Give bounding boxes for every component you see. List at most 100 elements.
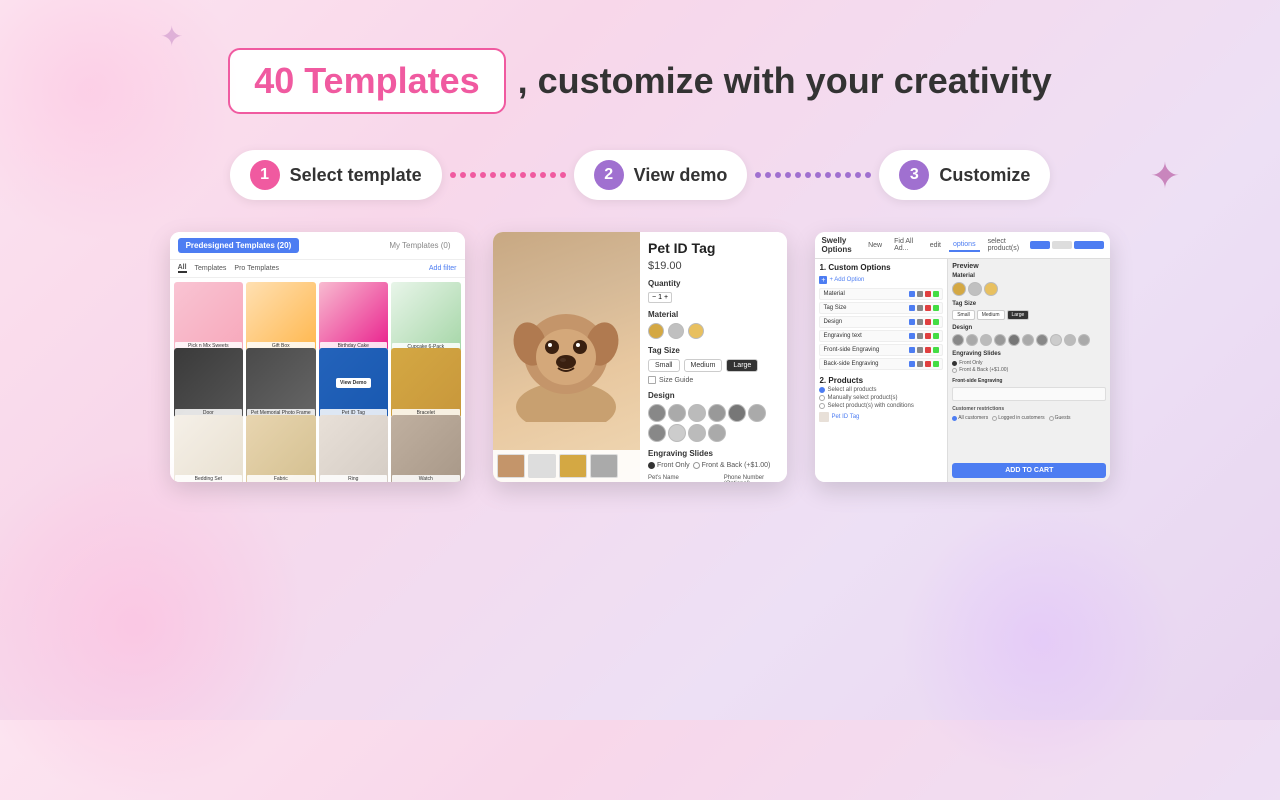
thumb-2[interactable] (528, 454, 556, 478)
selected-products-radio[interactable]: Manually select product(s) (819, 395, 943, 401)
screenshot-2-card[interactable]: Pet ID Tag $19.00 Quantity − 1 + Materia… (493, 232, 788, 482)
filter-pro[interactable]: Pro Templates (234, 265, 279, 272)
size-small[interactable]: Small (648, 359, 680, 372)
preview-size-small[interactable]: Small (952, 310, 975, 320)
design-2[interactable] (668, 404, 686, 422)
ss1-my-tab[interactable]: My Templates (0) (383, 238, 456, 253)
add-option-label[interactable]: + Add Option (829, 277, 864, 283)
delete-icon[interactable] (925, 319, 931, 325)
edit-icon[interactable] (909, 347, 915, 353)
quantity-control[interactable]: − 1 + (648, 292, 672, 303)
copy-icon[interactable] (917, 361, 923, 367)
option-row-design[interactable]: Design (819, 316, 943, 328)
design-1[interactable] (648, 404, 666, 422)
size-medium[interactable]: Medium (684, 359, 723, 372)
add-to-cart-button[interactable]: ADD TO CART (952, 463, 1106, 478)
nav-options[interactable]: options (949, 239, 980, 252)
edit-icon[interactable] (909, 361, 915, 367)
engrave-both-radio[interactable]: Front & Back (+$1.00) (693, 462, 771, 469)
design-5[interactable] (728, 404, 746, 422)
copy-icon[interactable] (917, 319, 923, 325)
d6[interactable] (1022, 334, 1034, 346)
filter-templates[interactable]: Templates (195, 265, 227, 272)
guests-option[interactable]: Guests (1049, 415, 1071, 421)
copy-icon[interactable] (917, 305, 923, 311)
toggle-icon[interactable] (933, 333, 939, 339)
material-circle-3[interactable] (688, 323, 704, 339)
d3[interactable] (980, 334, 992, 346)
toggle-btn-3[interactable] (1074, 241, 1104, 249)
design-7[interactable] (648, 424, 666, 442)
nav-edit[interactable]: edit (926, 240, 945, 251)
toggle-icon[interactable] (933, 319, 939, 325)
template-item-cake[interactable]: Birthday Cake (319, 282, 388, 351)
option-row-back-engraving[interactable]: Back-side Engraving (819, 358, 943, 370)
edit-icon[interactable] (909, 291, 915, 297)
step-1[interactable]: 1 Select template (230, 150, 442, 200)
preview-circle-3[interactable] (984, 282, 998, 296)
option-row-front-engraving[interactable]: Front-side Engraving (819, 344, 943, 356)
material-circle-1[interactable] (648, 323, 664, 339)
filter-all[interactable]: All (178, 264, 187, 273)
template-item-bedding[interactable]: Bedding Set (174, 415, 243, 482)
toggle-icon[interactable] (933, 347, 939, 353)
copy-icon[interactable] (917, 333, 923, 339)
toggle-icon[interactable] (933, 305, 939, 311)
engraving-front-row[interactable]: Front Only (952, 360, 1106, 366)
preview-size-large[interactable]: Large (1007, 310, 1030, 320)
option-row-material[interactable]: Material (819, 288, 943, 300)
template-item-petid[interactable]: View Demo Pet ID Tag (319, 348, 388, 417)
delete-icon[interactable] (925, 291, 931, 297)
template-item-watch[interactable]: Watch (391, 415, 461, 482)
nav-products[interactable]: select product(s) (984, 236, 1027, 254)
size-guide-check[interactable] (648, 376, 656, 384)
logged-in-option[interactable]: Logged in customers (992, 415, 1044, 421)
all-customers-option[interactable]: All customers (952, 415, 988, 421)
step-2[interactable]: 2 View demo (574, 150, 748, 200)
d10[interactable] (1078, 334, 1090, 346)
design-10[interactable] (708, 424, 726, 442)
engrave-front-radio[interactable]: Front Only (648, 462, 690, 469)
engraving-both-row[interactable]: Front & Back (+$1.00) (952, 367, 1106, 373)
toggle-icon[interactable] (933, 361, 939, 367)
size-large[interactable]: Large (726, 359, 758, 372)
ss1-predefined-tab[interactable]: Predesigned Templates (20) (178, 238, 300, 253)
d8[interactable] (1050, 334, 1062, 346)
template-item-ring[interactable]: Ring (319, 415, 388, 482)
d7[interactable] (1036, 334, 1048, 346)
template-item-gift[interactable]: Gift Box (246, 282, 315, 351)
nav-new[interactable]: New (864, 240, 886, 251)
template-item-petphoto[interactable]: Pet Memorial Photo Frame (246, 348, 315, 417)
preview-size-medium[interactable]: Medium (977, 310, 1005, 320)
preview-front-engraving-input[interactable] (952, 387, 1106, 401)
edit-icon[interactable] (909, 305, 915, 311)
d9[interactable] (1064, 334, 1076, 346)
toggle-icon[interactable] (933, 291, 939, 297)
design-8[interactable] (668, 424, 686, 442)
view-demo-overlay-btn[interactable]: View Demo (336, 378, 371, 388)
template-item-fabric[interactable]: Fabric (246, 415, 315, 482)
edit-icon[interactable] (909, 333, 915, 339)
material-circle-2[interactable] (668, 323, 684, 339)
qty-minus[interactable]: − (652, 294, 656, 301)
thumb-3[interactable] (559, 454, 587, 478)
d2[interactable] (966, 334, 978, 346)
qty-plus[interactable]: + (664, 294, 668, 301)
option-row-tagsize[interactable]: Tag Size (819, 302, 943, 314)
all-products-radio[interactable]: Select all products (819, 387, 943, 393)
pets-name-field[interactable]: Pet's Name (648, 475, 704, 482)
step-3[interactable]: 3 Customize (879, 150, 1050, 200)
delete-icon[interactable] (925, 347, 931, 353)
design-9[interactable] (688, 424, 706, 442)
d1[interactable] (952, 334, 964, 346)
preview-circle-2[interactable] (968, 282, 982, 296)
nav-find[interactable]: Fid All Ad... (890, 236, 922, 254)
thumb-1[interactable] (497, 454, 525, 478)
template-item-door[interactable]: Door (174, 348, 243, 417)
design-3[interactable] (688, 404, 706, 422)
preview-circle-1[interactable] (952, 282, 966, 296)
toggle-btn-2[interactable] (1052, 241, 1072, 249)
delete-icon[interactable] (925, 333, 931, 339)
copy-icon[interactable] (917, 291, 923, 297)
template-item-bracelet[interactable]: Bracelet (391, 348, 461, 418)
